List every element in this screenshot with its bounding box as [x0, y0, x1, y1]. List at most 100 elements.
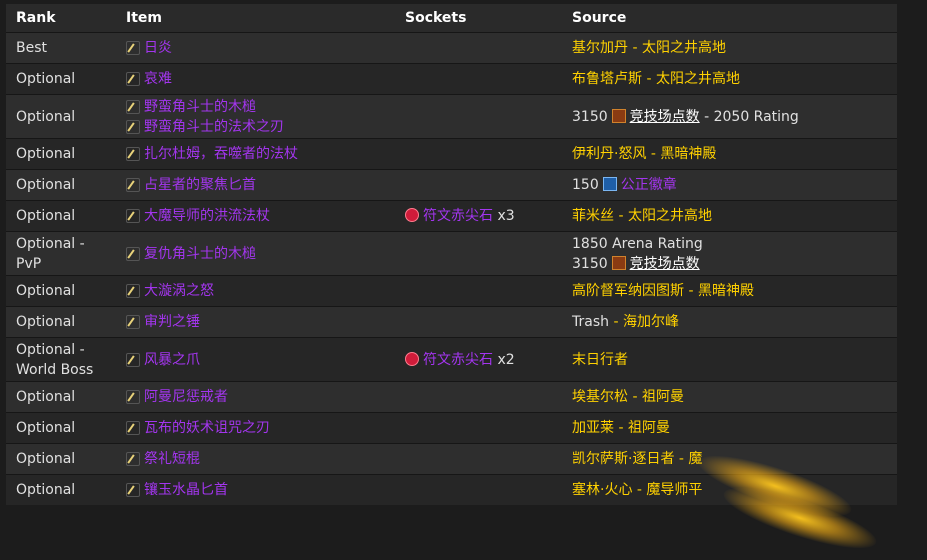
table-row: Optional 大漩涡之怒 高阶督军纳因图斯 - 黑暗神殿	[6, 275, 897, 307]
table-row: Optional 哀难 布鲁塔卢斯 - 太阳之井高地	[6, 63, 897, 95]
sockets-cell	[395, 231, 562, 276]
item-name: 日炎	[144, 40, 172, 56]
sword-icon	[126, 284, 140, 298]
fist-weapon-icon	[126, 352, 140, 367]
source-link[interactable]: 高阶督军纳因图斯 - 黑暗神殿	[572, 283, 754, 299]
item-link[interactable]: 审判之锤	[126, 312, 385, 332]
item-name: 占星者的聚焦匕首	[144, 177, 256, 193]
socket-gem-link[interactable]: 符文赤尖石	[423, 352, 493, 368]
arena-points-link[interactable]: 竞技场点数	[630, 256, 700, 272]
item-link[interactable]: 瓦布的妖术诅咒之刃	[126, 418, 385, 438]
rank-cell: Optional	[6, 443, 116, 475]
item-name: 风暴之爪	[144, 351, 200, 368]
dagger-icon	[126, 421, 140, 435]
item-cell: 日炎	[116, 32, 395, 64]
source-cell: 高阶督军纳因图斯 - 黑暗神殿	[562, 275, 897, 307]
item-link[interactable]: 镶玉水晶匕首	[126, 480, 385, 500]
socket-count: x2	[497, 351, 515, 368]
table-row: Optional - PvP 复仇角斗士的木槌 1850 Arena Ratin…	[6, 231, 897, 276]
sword-icon	[126, 72, 140, 86]
header-sockets[interactable]: Sockets	[395, 4, 562, 33]
header-rank[interactable]: Rank	[6, 4, 116, 33]
item-link[interactable]: 阿曼尼惩戒者	[126, 387, 385, 407]
source-cell: 凯尔萨斯·逐日者 - 魔	[562, 443, 897, 475]
sockets-cell	[395, 412, 562, 444]
source-cell: 塞林·火心 - 魔导师平	[562, 474, 897, 505]
sockets-cell	[395, 32, 562, 64]
source-link[interactable]: - 海加尔峰	[609, 314, 679, 330]
rank-cell: Optional	[6, 275, 116, 307]
source-rating: - 2050 Rating	[704, 108, 799, 125]
item-name: 审判之锤	[144, 314, 200, 330]
source-link[interactable]: 基尔加丹 - 太阳之井高地	[572, 40, 726, 56]
table-row: Best 日炎 基尔加丹 - 太阳之井高地	[6, 32, 897, 64]
socket-gem-link[interactable]: 符文赤尖石	[423, 208, 493, 224]
badge-of-justice-link[interactable]: 公正徽章	[621, 177, 677, 193]
item-cell: 大魔导师的洪流法杖	[116, 200, 395, 232]
source-cell: 3150 竞技场点数 - 2050 Rating	[562, 94, 897, 139]
item-name: 阿曼尼惩戒者	[144, 389, 228, 405]
item-cell: 扎尔杜姆，吞噬者的法杖	[116, 138, 395, 170]
item-link[interactable]: 风暴之爪	[126, 350, 385, 370]
source-link[interactable]: 塞林·火心 - 魔导师平	[572, 482, 702, 498]
hammer-icon	[126, 315, 140, 329]
source-link[interactable]: 加亚莱 - 祖阿曼	[572, 420, 670, 436]
source-link[interactable]: 凯尔萨斯·逐日者 - 魔	[572, 451, 702, 467]
source-link[interactable]: 布鲁塔卢斯 - 太阳之井高地	[572, 71, 740, 87]
source-amount: 150	[572, 177, 599, 193]
header-item[interactable]: Item	[116, 4, 395, 33]
table-row: Optional 瓦布的妖术诅咒之刃 加亚莱 - 祖阿曼	[6, 412, 897, 444]
sockets-cell	[395, 63, 562, 95]
table-row: Optional 阿曼尼惩戒者 埃基尔松 - 祖阿曼	[6, 381, 897, 413]
item-cell: 镶玉水晶匕首	[116, 474, 395, 505]
item-link[interactable]: 哀难	[126, 69, 385, 89]
item-name: 大魔导师的洪流法杖	[144, 208, 270, 224]
arena-points-link[interactable]: 竞技场点数	[630, 109, 700, 125]
source-amount: 3150	[572, 255, 608, 272]
staff-icon	[126, 147, 140, 161]
rank-cell: Optional	[6, 169, 116, 201]
source-link[interactable]: 伊利丹·怒风 - 黑暗神殿	[572, 146, 716, 162]
item-link[interactable]: 占星者的聚焦匕首	[126, 175, 385, 195]
mace-icon	[126, 246, 140, 261]
item-link[interactable]: 大魔导师的洪流法杖	[126, 206, 385, 226]
rank-cell: Optional - PvP	[6, 231, 116, 276]
mace-icon	[126, 452, 140, 466]
item-link[interactable]: 日炎	[126, 38, 385, 58]
item-link[interactable]: 复仇角斗士的木槌	[126, 244, 385, 264]
table-row: Optional 野蛮角斗士的木槌 野蛮角斗士的法术之刃 3150 竞技场点数 -…	[6, 94, 897, 139]
source-link[interactable]: 菲米丝 - 太阳之井高地	[572, 208, 712, 224]
table-row: Optional 审判之锤 Trash - 海加尔峰	[6, 306, 897, 338]
item-link[interactable]: 扎尔杜姆，吞噬者的法杖	[126, 144, 385, 164]
sockets-cell	[395, 275, 562, 307]
sockets-cell: 符文赤尖石 x2	[395, 337, 562, 382]
item-cell: 瓦布的妖术诅咒之刃	[116, 412, 395, 444]
source-link[interactable]: 埃基尔松 - 祖阿曼	[572, 389, 684, 405]
source-cell: 基尔加丹 - 太阳之井高地	[562, 32, 897, 64]
item-link[interactable]: 祭礼短棍	[126, 449, 385, 469]
source-trash: Trash	[572, 314, 609, 330]
item-cell: 复仇角斗士的木槌	[116, 231, 395, 276]
mace-icon	[126, 41, 140, 55]
rank-cell: Optional	[6, 138, 116, 170]
item-link[interactable]: 野蛮角斗士的木槌	[126, 97, 385, 117]
gem-icon	[405, 208, 419, 222]
item-cell: 风暴之爪	[116, 337, 395, 382]
table-row: Optional 镶玉水晶匕首 塞林·火心 - 魔导师平	[6, 474, 897, 505]
item-name: 镶玉水晶匕首	[144, 482, 228, 498]
source-cell: 末日行者	[562, 337, 897, 382]
item-link[interactable]: 大漩涡之怒	[126, 281, 385, 301]
rank-cell: Optional	[6, 381, 116, 413]
source-link[interactable]: 末日行者	[572, 352, 628, 368]
source-cell: 1850 Arena Rating 3150 竞技场点数	[562, 231, 897, 276]
header-source[interactable]: Source	[562, 4, 897, 33]
item-link[interactable]: 野蛮角斗士的法术之刃	[126, 117, 385, 137]
table-row: Optional 祭礼短棍 凯尔萨斯·逐日者 - 魔	[6, 443, 897, 475]
sockets-cell	[395, 443, 562, 475]
table-row: Optional - World Boss 风暴之爪 符文赤尖石 x2 末日行者	[6, 337, 897, 382]
source-cell: 布鲁塔卢斯 - 太阳之井高地	[562, 63, 897, 95]
rank-cell: Optional	[6, 412, 116, 444]
item-cell: 审判之锤	[116, 306, 395, 338]
sockets-cell	[395, 94, 562, 139]
item-name: 哀难	[144, 71, 172, 87]
